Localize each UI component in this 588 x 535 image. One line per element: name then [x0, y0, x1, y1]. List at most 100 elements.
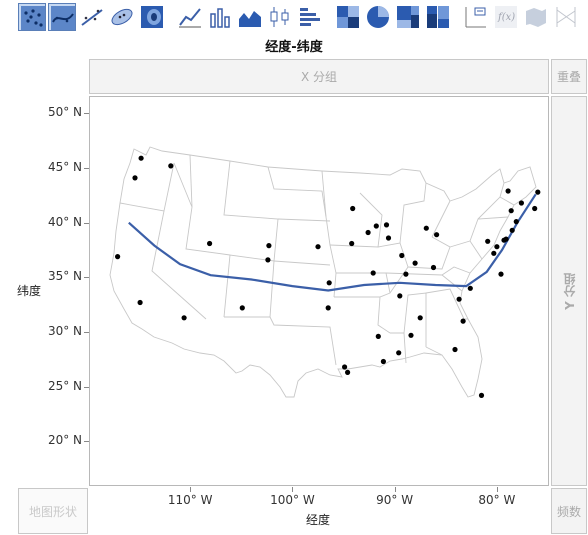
y-tick-label: 30° N: [47, 323, 82, 338]
points-element-button[interactable]: [18, 3, 46, 31]
x-tick-label: 100° W: [270, 493, 315, 507]
data-point[interactable]: [265, 257, 271, 263]
data-point[interactable]: [380, 358, 386, 365]
histogram-element-button[interactable]: [296, 3, 324, 31]
data-point[interactable]: [239, 305, 245, 311]
parallel-element-button[interactable]: [552, 3, 580, 31]
heatmap-element-button[interactable]: [334, 3, 362, 31]
contour-icon: [141, 6, 163, 28]
plot-area[interactable]: [89, 96, 549, 486]
x-tick-mark: [190, 487, 192, 492]
data-point[interactable]: [373, 223, 379, 229]
data-point[interactable]: [460, 318, 466, 324]
data-point[interactable]: [494, 244, 500, 250]
y-tick-label: 25° N: [47, 378, 82, 393]
frequency-zone[interactable]: 频数: [551, 488, 587, 534]
data-point[interactable]: [403, 271, 409, 277]
data-point[interactable]: [452, 346, 458, 353]
pie-chart-icon: [367, 6, 389, 28]
data-point[interactable]: [417, 315, 423, 321]
data-point[interactable]: [456, 296, 462, 302]
line-of-fit-element-button[interactable]: [78, 3, 106, 31]
data-point[interactable]: [383, 222, 390, 228]
data-point[interactable]: [434, 232, 440, 238]
y-tick-label: 40° N: [47, 214, 82, 229]
data-point[interactable]: [138, 155, 144, 161]
data-point[interactable]: [345, 369, 351, 375]
data-point[interactable]: [326, 280, 332, 286]
data-point[interactable]: [207, 240, 213, 247]
y-tick-label: 20° N: [47, 433, 82, 448]
x-group-label: X 分组: [300, 70, 338, 84]
data-point[interactable]: [385, 235, 392, 241]
y-group-zone[interactable]: Y 分组: [551, 96, 587, 486]
mosaic-element-button[interactable]: [424, 3, 452, 31]
map-shape-zone[interactable]: 地图形状: [18, 488, 88, 534]
mosaic-icon: [427, 6, 449, 28]
data-point[interactable]: [349, 240, 355, 247]
data-point[interactable]: [467, 285, 473, 291]
map-shapes-icon: [526, 8, 546, 27]
data-point[interactable]: [423, 225, 429, 231]
data-point[interactable]: [375, 333, 381, 339]
ellipse-element-button[interactable]: [108, 3, 136, 31]
data-point[interactable]: [430, 264, 437, 271]
y-axis-title[interactable]: 纬度: [17, 282, 41, 299]
line-element-button[interactable]: [176, 3, 204, 31]
data-point[interactable]: [132, 175, 138, 181]
data-point[interactable]: [181, 315, 187, 321]
frequency-label: 频数: [556, 504, 581, 519]
graph-builder-toolbar: f(x): [0, 0, 588, 34]
data-point[interactable]: [485, 238, 491, 244]
data-point[interactable]: [168, 163, 174, 169]
area-element-button[interactable]: [236, 3, 264, 31]
map-scatter-plot: [109, 146, 541, 398]
data-point[interactable]: [399, 252, 405, 259]
smoother-element-button[interactable]: [48, 3, 76, 31]
data-point[interactable]: [365, 229, 371, 236]
data-point[interactable]: [535, 189, 541, 195]
data-point[interactable]: [505, 188, 511, 194]
points-layer: [115, 155, 541, 398]
data-point[interactable]: [509, 227, 515, 233]
data-point[interactable]: [266, 243, 272, 249]
overlay-label: 重叠: [556, 70, 581, 84]
contour-element-button[interactable]: [138, 3, 166, 31]
pie-element-button[interactable]: [364, 3, 392, 31]
data-point[interactable]: [396, 350, 402, 356]
x-axis-title[interactable]: 经度: [306, 511, 330, 528]
overlay-zone[interactable]: 重叠: [551, 59, 587, 94]
data-point[interactable]: [137, 299, 143, 306]
x-tick-label: 110° W: [167, 493, 213, 507]
x-tick-label: 90° W: [376, 493, 414, 507]
data-point[interactable]: [350, 205, 356, 212]
bar-element-button[interactable]: [206, 3, 234, 31]
data-point[interactable]: [408, 332, 414, 338]
data-point[interactable]: [397, 293, 403, 299]
data-point[interactable]: [503, 236, 509, 242]
map-shapes-element-button[interactable]: [522, 3, 550, 31]
data-point[interactable]: [115, 254, 121, 260]
data-point[interactable]: [491, 250, 497, 256]
data-point[interactable]: [498, 271, 504, 277]
data-point[interactable]: [412, 260, 418, 266]
x-group-zone[interactable]: X 分组: [89, 59, 549, 94]
heatmap-icon: [337, 6, 359, 28]
data-point[interactable]: [532, 205, 538, 212]
line-chart-icon: [179, 8, 201, 28]
data-point[interactable]: [513, 219, 519, 225]
data-point[interactable]: [370, 270, 376, 276]
caption-box-element-button[interactable]: [462, 3, 490, 31]
treemap-icon: [397, 6, 419, 28]
data-point[interactable]: [342, 364, 348, 370]
data-point[interactable]: [325, 305, 331, 311]
data-point[interactable]: [518, 200, 524, 206]
formula-element-button[interactable]: f(x): [492, 3, 520, 31]
us-state-boundaries: [109, 146, 537, 398]
bar-chart-icon: [210, 8, 230, 28]
data-point[interactable]: [478, 392, 485, 398]
data-point[interactable]: [315, 244, 321, 250]
box-plot-element-button[interactable]: [266, 3, 294, 31]
treemap-element-button[interactable]: [394, 3, 422, 31]
data-point[interactable]: [508, 208, 514, 214]
